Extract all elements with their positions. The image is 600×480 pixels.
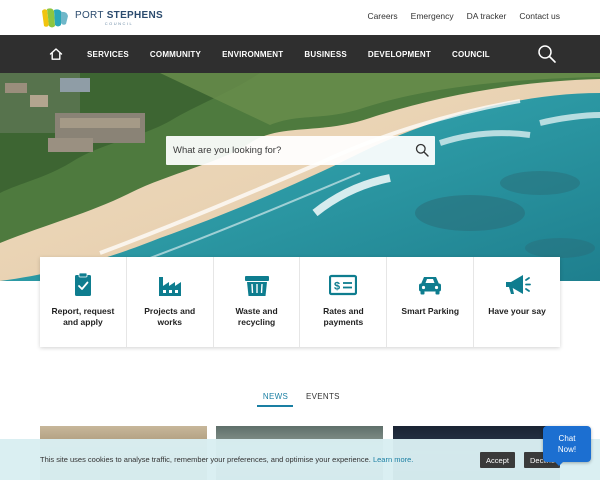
hero-search-icon[interactable] [415, 143, 429, 157]
tile-have-your-say[interactable]: Have your say [474, 257, 560, 347]
tile-label: Projects and works [144, 306, 196, 327]
hero-banner [0, 73, 600, 281]
tab-news[interactable]: NEWS [258, 392, 293, 401]
nav-item-business[interactable]: BUSINESS [304, 50, 347, 59]
chat-now-button[interactable]: Chat Now! [543, 426, 591, 466]
tile-label: Smart Parking [401, 306, 460, 316]
megaphone-icon [506, 275, 531, 294]
da-tracker-link[interactable]: DA tracker [467, 11, 507, 21]
cookie-banner: This site uses cookies to analyse traffi… [0, 439, 600, 480]
site-logo[interactable]: PORT STEPHENS COUNCIL [40, 7, 163, 29]
nav-item-community[interactable]: COMMUNITY [150, 50, 201, 59]
hero-beach-image [0, 73, 600, 281]
tile-smart-parking[interactable]: Smart Parking [387, 257, 475, 347]
news-events-tabs: NEWS EVENTS [0, 392, 600, 408]
nav-item-development[interactable]: DEVELOPMENT [368, 50, 431, 59]
clipboard-check-icon [74, 272, 91, 296]
chat-bubble-tail [553, 460, 565, 466]
nav-item-council[interactable]: COUNCIL [452, 50, 490, 59]
hero-search-input[interactable] [173, 136, 413, 165]
nav-item-services[interactable]: SERVICES [87, 50, 129, 59]
bin-icon [244, 276, 269, 296]
tab-active-indicator [257, 405, 293, 407]
tile-label: Waste and recycling [235, 306, 278, 327]
tile-label: Rates and payments [323, 306, 364, 327]
search-icon[interactable] [537, 44, 557, 64]
tile-projects-works[interactable]: Projects and works [127, 257, 214, 347]
chat-line-1: Chat [558, 434, 576, 443]
logo-mark-icon [42, 8, 68, 28]
logo-name-light: PORT [75, 9, 107, 21]
tile-label: Report, request and apply [51, 306, 115, 327]
car-icon [419, 277, 442, 295]
cookie-learn-more-link[interactable]: Learn more. [373, 455, 413, 464]
home-icon[interactable] [49, 47, 63, 61]
cookie-message: This site uses cookies to analyse traffi… [40, 455, 413, 464]
tile-report-request-apply[interactable]: Report, request and apply [40, 257, 127, 347]
emergency-link[interactable]: Emergency [411, 11, 454, 21]
main-nav: SERVICES COMMUNITY ENVIRONMENT BUSINESS … [0, 35, 600, 73]
cookie-accept-button[interactable]: Accept [480, 452, 515, 468]
cookie-text: This site uses cookies to analyse traffi… [40, 455, 371, 464]
factory-icon [158, 277, 181, 296]
nav-items: SERVICES COMMUNITY ENVIRONMENT BUSINESS … [87, 35, 490, 73]
tile-waste-recycling[interactable]: Waste and recycling [214, 257, 301, 347]
tile-label: Have your say [488, 306, 546, 316]
careers-link[interactable]: Careers [367, 11, 397, 21]
nav-item-environment[interactable]: ENVIRONMENT [222, 50, 283, 59]
logo-name-bold: STEPHENS [106, 9, 164, 21]
svg-text:$: $ [334, 281, 340, 293]
logo-sub: COUNCIL [104, 20, 134, 26]
tile-rates-payments[interactable]: $ Rates and payments [300, 257, 388, 347]
logo-text: PORT STEPHENS COUNCIL [75, 9, 164, 26]
quick-links: Report, request and apply Projects and w… [40, 257, 560, 347]
top-bar: PORT STEPHENS COUNCIL Careers Emergency … [0, 0, 600, 35]
chat-line-2: Now! [557, 445, 577, 454]
hero-search-box [166, 136, 435, 165]
contact-us-link[interactable]: Contact us [519, 11, 560, 21]
tab-events[interactable]: EVENTS [306, 392, 340, 401]
dollar-bill-icon: $ [329, 274, 358, 296]
utility-links: Careers Emergency DA tracker Contact us [367, 11, 560, 21]
